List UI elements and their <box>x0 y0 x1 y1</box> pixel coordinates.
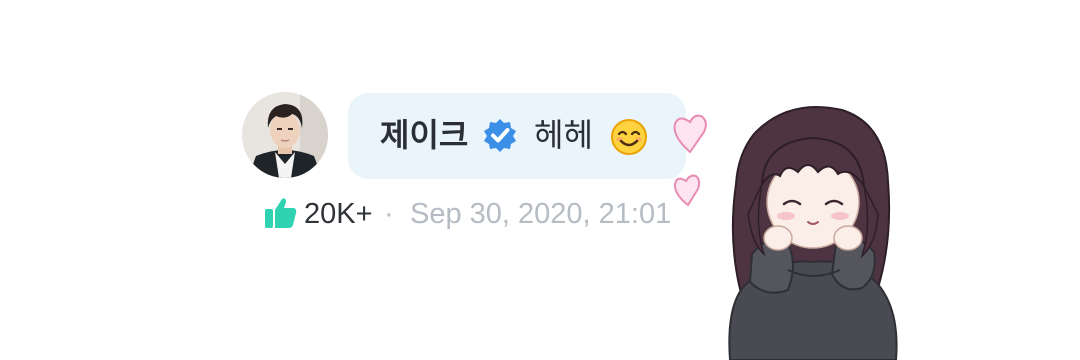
comment-bubble[interactable]: 제이크 헤헤 <box>348 93 686 179</box>
smiling-face-icon <box>611 119 647 155</box>
separator-dot: · <box>384 198 394 230</box>
comment-timestamp: Sep 30, 2020, 21:01 <box>410 198 672 230</box>
author-name[interactable]: 제이크 <box>380 115 468 155</box>
avatar[interactable] <box>242 92 328 178</box>
anime-girl-sticker <box>728 106 898 360</box>
heart-icon <box>673 174 701 207</box>
like-count: 20K+ <box>304 198 373 230</box>
avatar-photo <box>242 92 328 178</box>
comment-message: 헤헤 <box>534 116 593 154</box>
heart-icon <box>673 114 707 154</box>
comment-screen: 제이크 헤헤 20K+ · Sep 30, 2020, 21:01 <box>0 0 1080 360</box>
thumbs-up-icon[interactable] <box>264 196 298 230</box>
verified-badge-icon <box>484 119 516 152</box>
